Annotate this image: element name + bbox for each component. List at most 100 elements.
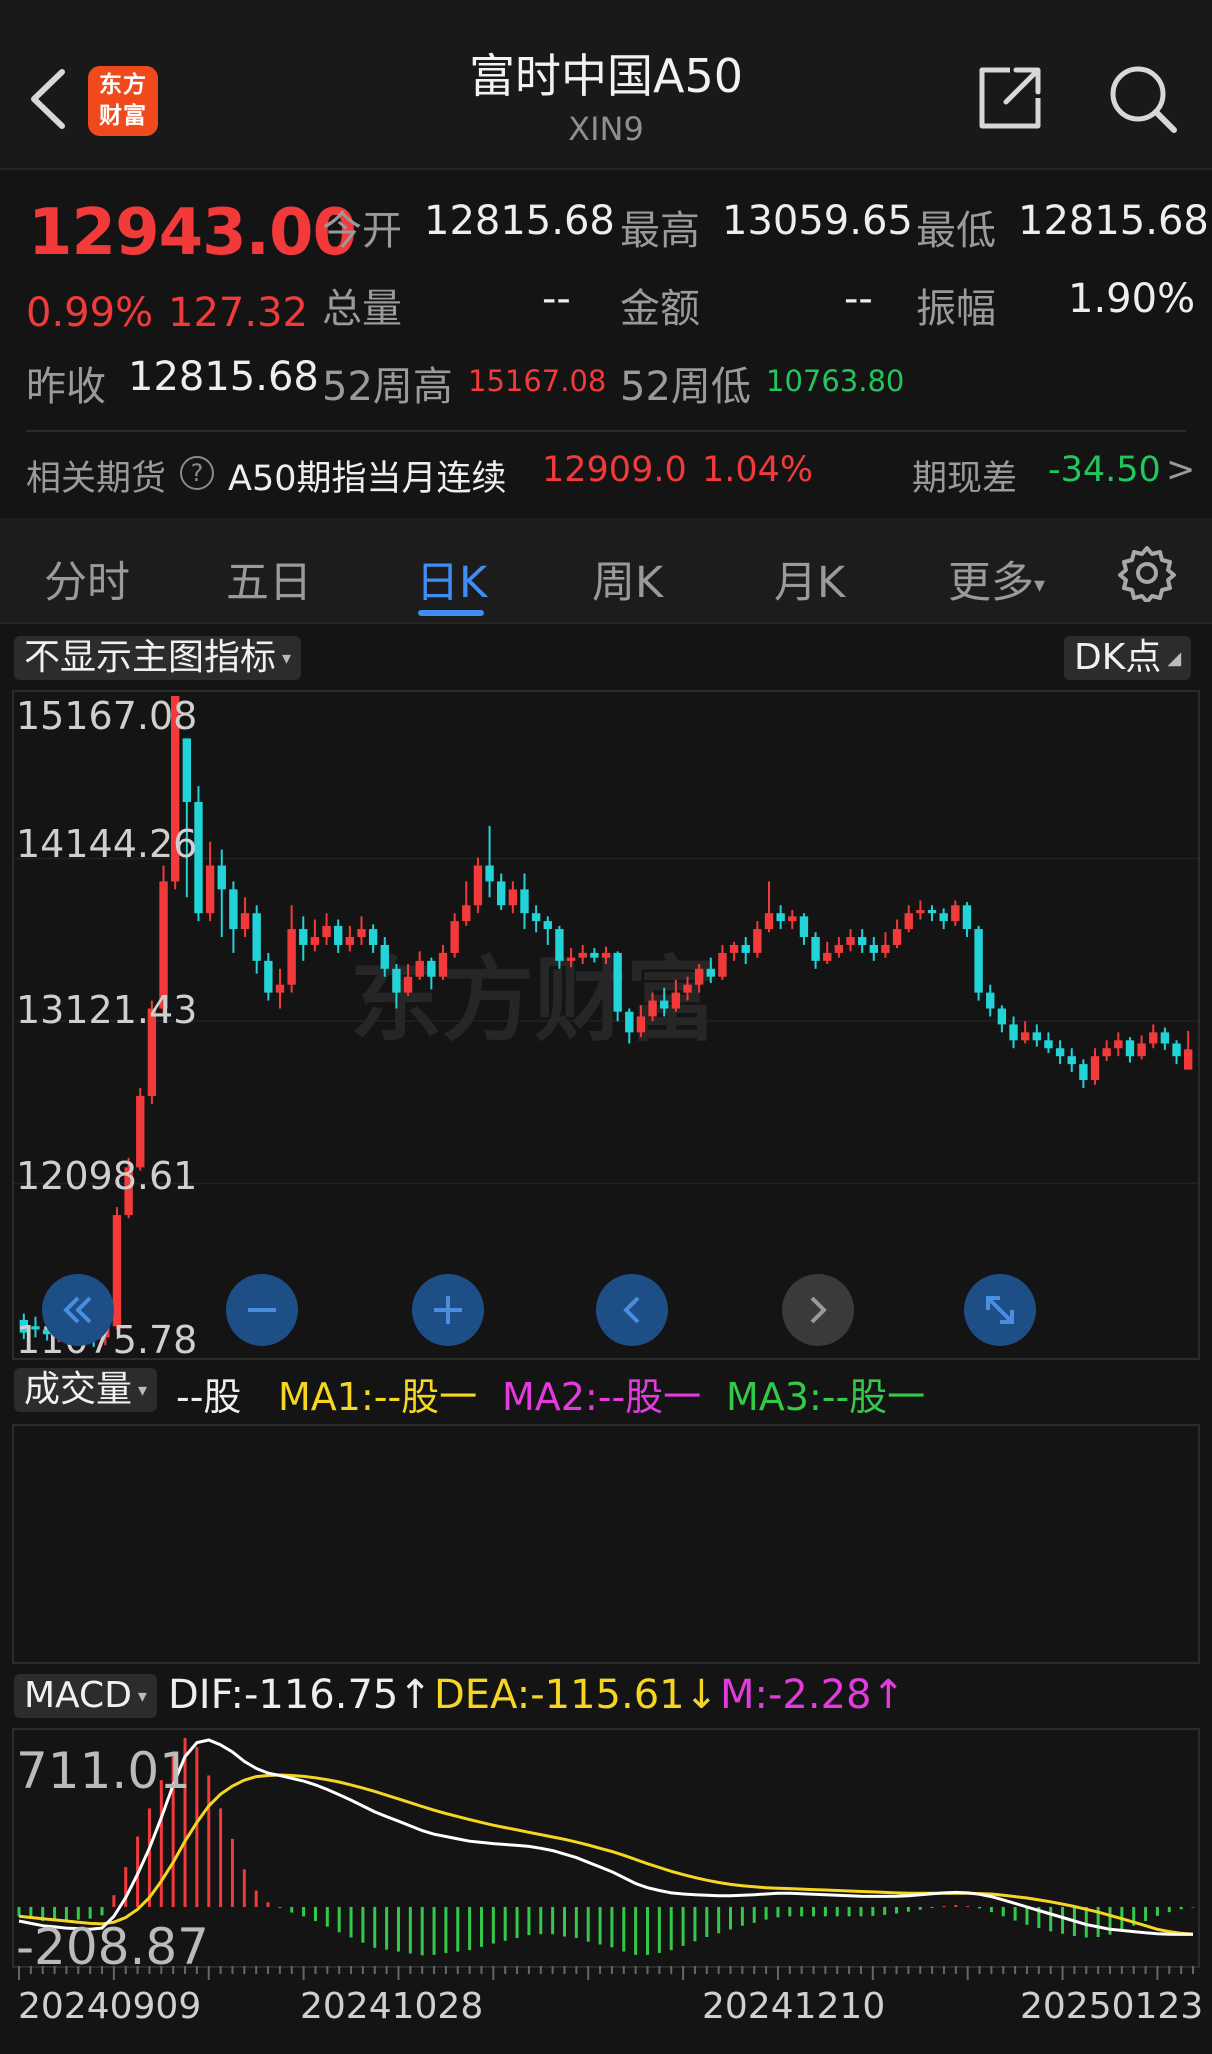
52wk-low-label: 52周低 <box>620 364 751 410</box>
candlestick <box>788 910 797 930</box>
candlestick <box>1149 1024 1158 1049</box>
main-indicator-selector[interactable]: 不显示主图指标 ▾ <box>14 636 302 680</box>
tab-weekly-k[interactable]: 周K <box>592 548 663 610</box>
tab-monthly-k[interactable]: 月K <box>774 548 845 610</box>
candlestick <box>881 932 890 958</box>
watermark: 东方财富 <box>350 947 718 1054</box>
macd-m-value: M:-2.28↑ <box>720 1672 905 1718</box>
candlestick <box>497 873 506 911</box>
candlestick <box>974 925 983 1001</box>
candlestick <box>962 902 972 938</box>
tab-intraday[interactable]: 分时 <box>44 548 130 610</box>
candlestick <box>112 1207 122 1330</box>
candlestick <box>823 941 832 965</box>
candlestick <box>869 937 878 961</box>
candlestick <box>951 900 960 926</box>
candlestick <box>1172 1040 1181 1065</box>
futures-price: 12909.0 <box>542 450 687 490</box>
x-axis-ticks <box>18 1966 1194 1980</box>
divider <box>26 430 1186 432</box>
macd-dea-value: DEA:-115.61↓ <box>434 1672 719 1718</box>
chevron-down-icon: ▾ <box>137 1686 147 1707</box>
volume-panel[interactable] <box>12 1424 1200 1664</box>
chevron-left-icon <box>623 1296 640 1324</box>
candlestick <box>310 919 320 952</box>
amount-value: -- <box>844 276 873 322</box>
volume-ma2: MA2:--股一 <box>502 1375 702 1419</box>
y-tick-label: 13121.43 <box>16 988 198 1032</box>
candlestick <box>473 857 483 914</box>
chevron-down-icon: ▾ <box>282 648 292 669</box>
candlestick <box>229 881 238 953</box>
candlestick <box>1114 1032 1123 1057</box>
candlestick <box>182 738 192 898</box>
scroll-to-start-button[interactable] <box>42 1274 114 1346</box>
scroll-left-button[interactable] <box>596 1274 668 1346</box>
amplitude-value: 1.90% <box>1068 276 1196 322</box>
52wk-low-value: 10763.80 <box>766 364 905 398</box>
zoom-in-button[interactable] <box>412 1274 484 1346</box>
tab-five-day[interactable]: 五日 <box>226 548 312 610</box>
candlestick <box>1032 1024 1042 1047</box>
scroll-right-button[interactable] <box>782 1274 854 1346</box>
help-icon[interactable]: ? <box>180 456 214 490</box>
candlestick <box>776 905 785 930</box>
candlestick <box>846 929 855 952</box>
candlestick <box>322 913 331 945</box>
candlestick <box>240 897 250 938</box>
amount-label: 金额 <box>620 286 700 332</box>
double-chevron-left-icon <box>63 1296 92 1324</box>
candlestick <box>892 919 902 949</box>
volume-value: -- <box>542 276 571 322</box>
candlestick <box>1020 1021 1030 1044</box>
macd-y-tick-label: 711.01 <box>16 1742 191 1800</box>
candlestick <box>205 841 215 922</box>
y-tick-label: 14144.26 <box>16 822 198 866</box>
gear-icon[interactable] <box>1118 544 1176 602</box>
basis-label: 期现差 <box>912 459 1018 499</box>
candlestick <box>799 913 809 945</box>
search-icon[interactable] <box>1106 62 1180 136</box>
candlestick <box>997 1005 1007 1033</box>
corner-arrow-icon: ◢ <box>1167 648 1182 669</box>
volume-ma3: MA3:--股一 <box>726 1375 926 1419</box>
last-price: 12943.00 <box>28 196 357 270</box>
y-tick-label: 15167.08 <box>16 694 198 738</box>
candlestick <box>543 916 552 945</box>
volume-indicator-selector[interactable]: 成交量 ▾ <box>14 1368 158 1412</box>
candlestick <box>462 881 471 926</box>
tab-daily-k[interactable]: 日K <box>416 548 487 610</box>
macd-indicator-selector[interactable]: MACD ▾ <box>14 1674 157 1718</box>
candlestick <box>741 937 750 965</box>
candlestick <box>857 929 867 953</box>
candlestick <box>764 881 774 933</box>
period-tabs: 分时 五日 日K 周K 月K 更多▾ <box>0 518 1212 624</box>
dk-point-selector[interactable]: DK点 ◢ <box>1064 636 1192 680</box>
volume-label: 总量 <box>322 286 402 332</box>
x-tick-label: 20241028 <box>300 1986 484 2027</box>
futures-name[interactable]: A50期指当月连续 <box>228 450 506 501</box>
chevron-right-icon[interactable]: > <box>1166 450 1195 490</box>
zoom-out-button[interactable] <box>226 1274 298 1346</box>
candlestick <box>531 905 541 933</box>
candlestick <box>1137 1035 1146 1060</box>
candlestick <box>1125 1037 1135 1063</box>
amplitude-label: 振幅 <box>916 286 996 332</box>
share-icon[interactable] <box>976 64 1044 132</box>
candlestick <box>1079 1059 1088 1088</box>
macd-dea-line <box>18 1773 1194 1936</box>
prev-close-label: 昨收 <box>26 364 106 410</box>
minus-icon <box>248 1308 276 1312</box>
fullscreen-button[interactable] <box>964 1274 1036 1346</box>
expand-icon <box>986 1296 1014 1324</box>
candlestick <box>986 984 995 1017</box>
low-label: 最低 <box>916 208 996 254</box>
candlestick <box>834 937 844 958</box>
high-label: 最高 <box>620 208 700 254</box>
tab-more[interactable]: 更多▾ <box>948 548 1045 610</box>
high-value: 13059.65 <box>722 198 913 244</box>
candlestick <box>299 916 308 961</box>
y-tick-label: 12098.61 <box>16 1154 198 1198</box>
candlestick <box>1102 1040 1111 1061</box>
macd-dif-value: DIF:-116.75↑ <box>168 1672 432 1718</box>
